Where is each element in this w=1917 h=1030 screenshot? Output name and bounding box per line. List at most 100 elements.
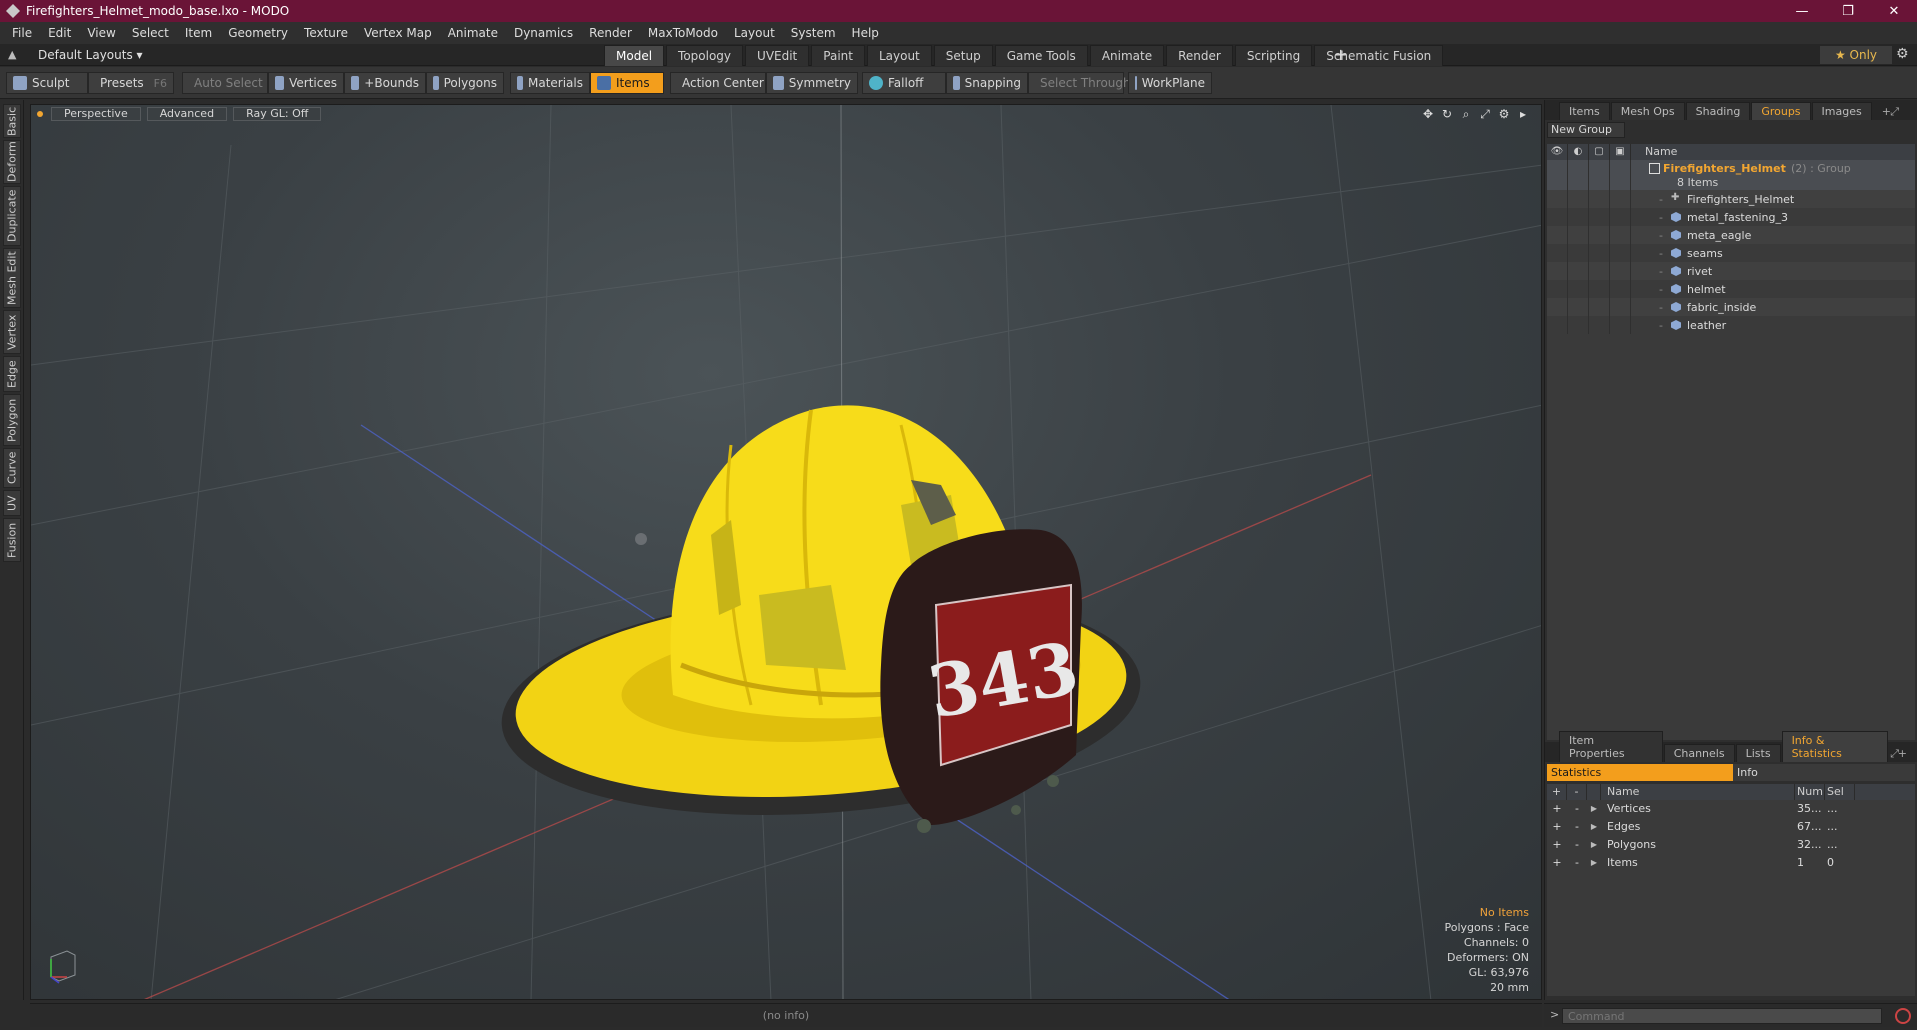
tab-images[interactable]: Images	[1811, 102, 1872, 120]
viewport-expand-icon[interactable]: ▸	[1515, 107, 1531, 121]
panel-expand-icon[interactable]: ⤢	[1881, 103, 1908, 121]
menu-edit[interactable]: Edit	[40, 26, 79, 40]
row-collapse-button[interactable]: -	[1567, 854, 1587, 872]
left-tab-fusion[interactable]: Fusion	[3, 518, 21, 562]
maximize-button[interactable]: ❐	[1825, 0, 1871, 22]
tab-channels[interactable]: Channels	[1663, 744, 1735, 762]
menu-dynamics[interactable]: Dynamics	[506, 26, 581, 40]
workplane-button[interactable]: WorkPlane	[1128, 72, 1212, 94]
tab-model[interactable]: Model	[604, 45, 665, 66]
tab-game-tools[interactable]: Game Tools	[994, 45, 1088, 66]
presets-button[interactable]: Presets F6	[88, 72, 174, 94]
close-button[interactable]: ✕	[1871, 0, 1917, 22]
row-collapse-button[interactable]: -	[1567, 836, 1587, 854]
list-item[interactable]: - leather	[1547, 316, 1915, 334]
render-column-icon[interactable]: ◐	[1568, 144, 1589, 160]
expand-all-button[interactable]: +	[1547, 784, 1567, 800]
menu-geometry[interactable]: Geometry	[220, 26, 296, 40]
stats-expand-icon[interactable]: ⤢	[1881, 745, 1908, 763]
menu-layout[interactable]: Layout	[726, 26, 783, 40]
list-item[interactable]: - helmet	[1547, 280, 1915, 298]
auto-select-button[interactable]: Auto Select	[182, 72, 268, 94]
vertices-button[interactable]: Vertices	[268, 72, 344, 94]
tab-items[interactable]: Items	[1559, 102, 1610, 120]
left-tab-curve[interactable]: Curve	[3, 448, 21, 488]
menu-vertex-map[interactable]: Vertex Map	[356, 26, 440, 40]
items-button[interactable]: Items	[590, 72, 664, 94]
collapse-all-button[interactable]: -	[1567, 784, 1587, 800]
tab-animate[interactable]: Animate	[1089, 45, 1165, 66]
left-tab-uv[interactable]: UV	[3, 490, 21, 516]
fit-icon[interactable]: ⤢	[1477, 107, 1493, 121]
3d-viewport[interactable]: 343 Perspective Advanced Ray GL: Off ✥ ↻…	[30, 104, 1542, 1000]
left-tab-vertex[interactable]: Vertex	[3, 310, 21, 354]
select-column-icon[interactable]: ▣	[1610, 144, 1631, 160]
left-tab-edge[interactable]: Edge	[3, 356, 21, 392]
list-item[interactable]: - metal_fastening_3	[1547, 208, 1915, 226]
table-row[interactable]: + - ▶ Items 1 0	[1547, 854, 1915, 872]
menu-animate[interactable]: Animate	[440, 26, 506, 40]
menu-help[interactable]: Help	[844, 26, 887, 40]
rotate-icon[interactable]: ↻	[1439, 107, 1455, 121]
row-expand-button[interactable]: +	[1547, 818, 1567, 836]
gear-icon[interactable]: ⚙	[1896, 46, 1909, 62]
polygons-button[interactable]: Polygons	[426, 72, 504, 94]
table-row[interactable]: + - ▶ Polygons 32... ...	[1547, 836, 1915, 854]
row-arrow-icon[interactable]: ▶	[1587, 836, 1601, 854]
tab-topology[interactable]: Topology	[666, 45, 744, 66]
layout-collapse-icon[interactable]: ▲	[8, 48, 22, 62]
tab-lists[interactable]: Lists	[1735, 744, 1781, 762]
left-tab-deform[interactable]: Deform	[3, 140, 21, 184]
left-tab-basic[interactable]: Basic	[3, 104, 21, 138]
tab-mesh-ops[interactable]: Mesh Ops	[1610, 102, 1685, 120]
info-tab[interactable]: Info	[1733, 764, 1915, 781]
tab-setup[interactable]: Setup	[933, 45, 993, 66]
lock-column-icon[interactable]: ▢	[1589, 144, 1610, 160]
tab-scripting[interactable]: Scripting	[1234, 45, 1313, 66]
table-row[interactable]: + - ▶ Edges 67... ...	[1547, 818, 1915, 836]
command-input[interactable]	[1562, 1008, 1882, 1024]
shading-mode-button[interactable]: Advanced	[146, 107, 228, 121]
list-item[interactable]: - ✚ Firefighters_Helmet	[1547, 190, 1915, 208]
materials-button[interactable]: Materials	[510, 72, 590, 94]
table-row[interactable]: + - ▶ Vertices 35... ...	[1547, 800, 1915, 818]
record-macro-icon[interactable]	[1895, 1008, 1911, 1024]
left-tab-mesh-edit[interactable]: Mesh Edit	[3, 248, 21, 308]
add-layout-tab-button[interactable]: +	[1334, 45, 1347, 64]
only-toggle-button[interactable]: ★ Only	[1820, 46, 1892, 64]
menu-texture[interactable]: Texture	[296, 26, 356, 40]
row-arrow-icon[interactable]: ▶	[1587, 800, 1601, 818]
menu-render[interactable]: Render	[581, 26, 640, 40]
list-item[interactable]: - fabric_inside	[1547, 298, 1915, 316]
row-collapse-button[interactable]: -	[1567, 800, 1587, 818]
pan-icon[interactable]: ✥	[1420, 107, 1436, 121]
new-group-button[interactable]: New Group	[1547, 122, 1625, 138]
tab-layout[interactable]: Layout	[866, 45, 932, 66]
sculpt-button[interactable]: Sculpt	[6, 72, 88, 94]
layout-dropdown[interactable]: Default Layouts ▾	[38, 48, 143, 62]
tab-info-statistics[interactable]: Info & Statistics	[1781, 731, 1888, 762]
viewport-settings-icon[interactable]: ⚙	[1496, 107, 1512, 121]
row-arrow-icon[interactable]: ▶	[1587, 854, 1601, 872]
falloff-button[interactable]: Falloff	[862, 72, 946, 94]
tab-shading[interactable]: Shading	[1685, 102, 1751, 120]
zoom-icon[interactable]: ⌕	[1458, 107, 1474, 121]
menu-item[interactable]: Item	[177, 26, 220, 40]
group-row[interactable]: Firefighters_Helmet (2) : Group 8 Items	[1547, 160, 1915, 190]
row-expand-button[interactable]: +	[1547, 836, 1567, 854]
list-item[interactable]: - seams	[1547, 244, 1915, 262]
symmetry-button[interactable]: Symmetry	[766, 72, 858, 94]
tab-item-properties[interactable]: Item Properties	[1559, 731, 1663, 762]
tab-groups[interactable]: Groups	[1751, 102, 1811, 120]
raygl-button[interactable]: Ray GL: Off	[233, 107, 322, 121]
left-tab-duplicate[interactable]: Duplicate	[3, 186, 21, 246]
list-item[interactable]: - meta_eagle	[1547, 226, 1915, 244]
tab-paint[interactable]: Paint	[811, 45, 865, 66]
minimize-button[interactable]: —	[1779, 0, 1825, 22]
row-collapse-button[interactable]: -	[1567, 818, 1587, 836]
menu-select[interactable]: Select	[124, 26, 177, 40]
left-tab-polygon[interactable]: Polygon	[3, 394, 21, 446]
action-center-button[interactable]: Action Center	[670, 72, 766, 94]
menu-file[interactable]: File	[4, 26, 40, 40]
name-column-header[interactable]: Name	[1631, 144, 1677, 160]
